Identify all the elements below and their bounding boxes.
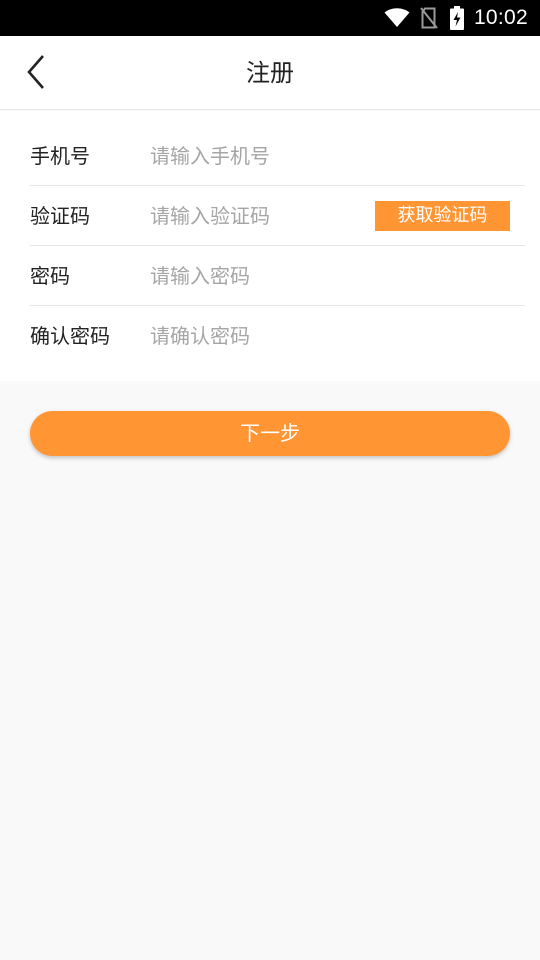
confirm-password-row: 确认密码 bbox=[30, 306, 525, 366]
phone-input[interactable] bbox=[150, 136, 370, 176]
wifi-icon bbox=[384, 8, 410, 28]
registration-form: 手机号 验证码 获取验证码 密码 确认密码 bbox=[0, 111, 540, 381]
title-bar: 注册 bbox=[0, 36, 540, 110]
get-code-button[interactable]: 获取验证码 bbox=[375, 201, 510, 231]
status-clock: 10:02 bbox=[473, 6, 528, 29]
code-label: 验证码 bbox=[30, 204, 90, 228]
status-bar: 10:02 bbox=[0, 0, 540, 36]
next-step-button[interactable]: 下一步 bbox=[30, 411, 510, 456]
confirm-password-label: 确认密码 bbox=[30, 324, 110, 348]
phone-row: 手机号 bbox=[30, 126, 525, 186]
battery-charging-icon bbox=[449, 6, 464, 30]
password-label: 密码 bbox=[30, 264, 70, 288]
phone-label: 手机号 bbox=[30, 144, 90, 168]
page-title: 注册 bbox=[246, 59, 294, 87]
code-row: 验证码 获取验证码 bbox=[30, 186, 525, 246]
password-input[interactable] bbox=[150, 256, 370, 296]
password-row: 密码 bbox=[30, 246, 525, 306]
no-sim-icon bbox=[420, 7, 438, 29]
confirm-password-input[interactable] bbox=[150, 316, 370, 356]
code-input[interactable] bbox=[150, 196, 370, 236]
status-icons: 10:02 bbox=[384, 0, 528, 36]
